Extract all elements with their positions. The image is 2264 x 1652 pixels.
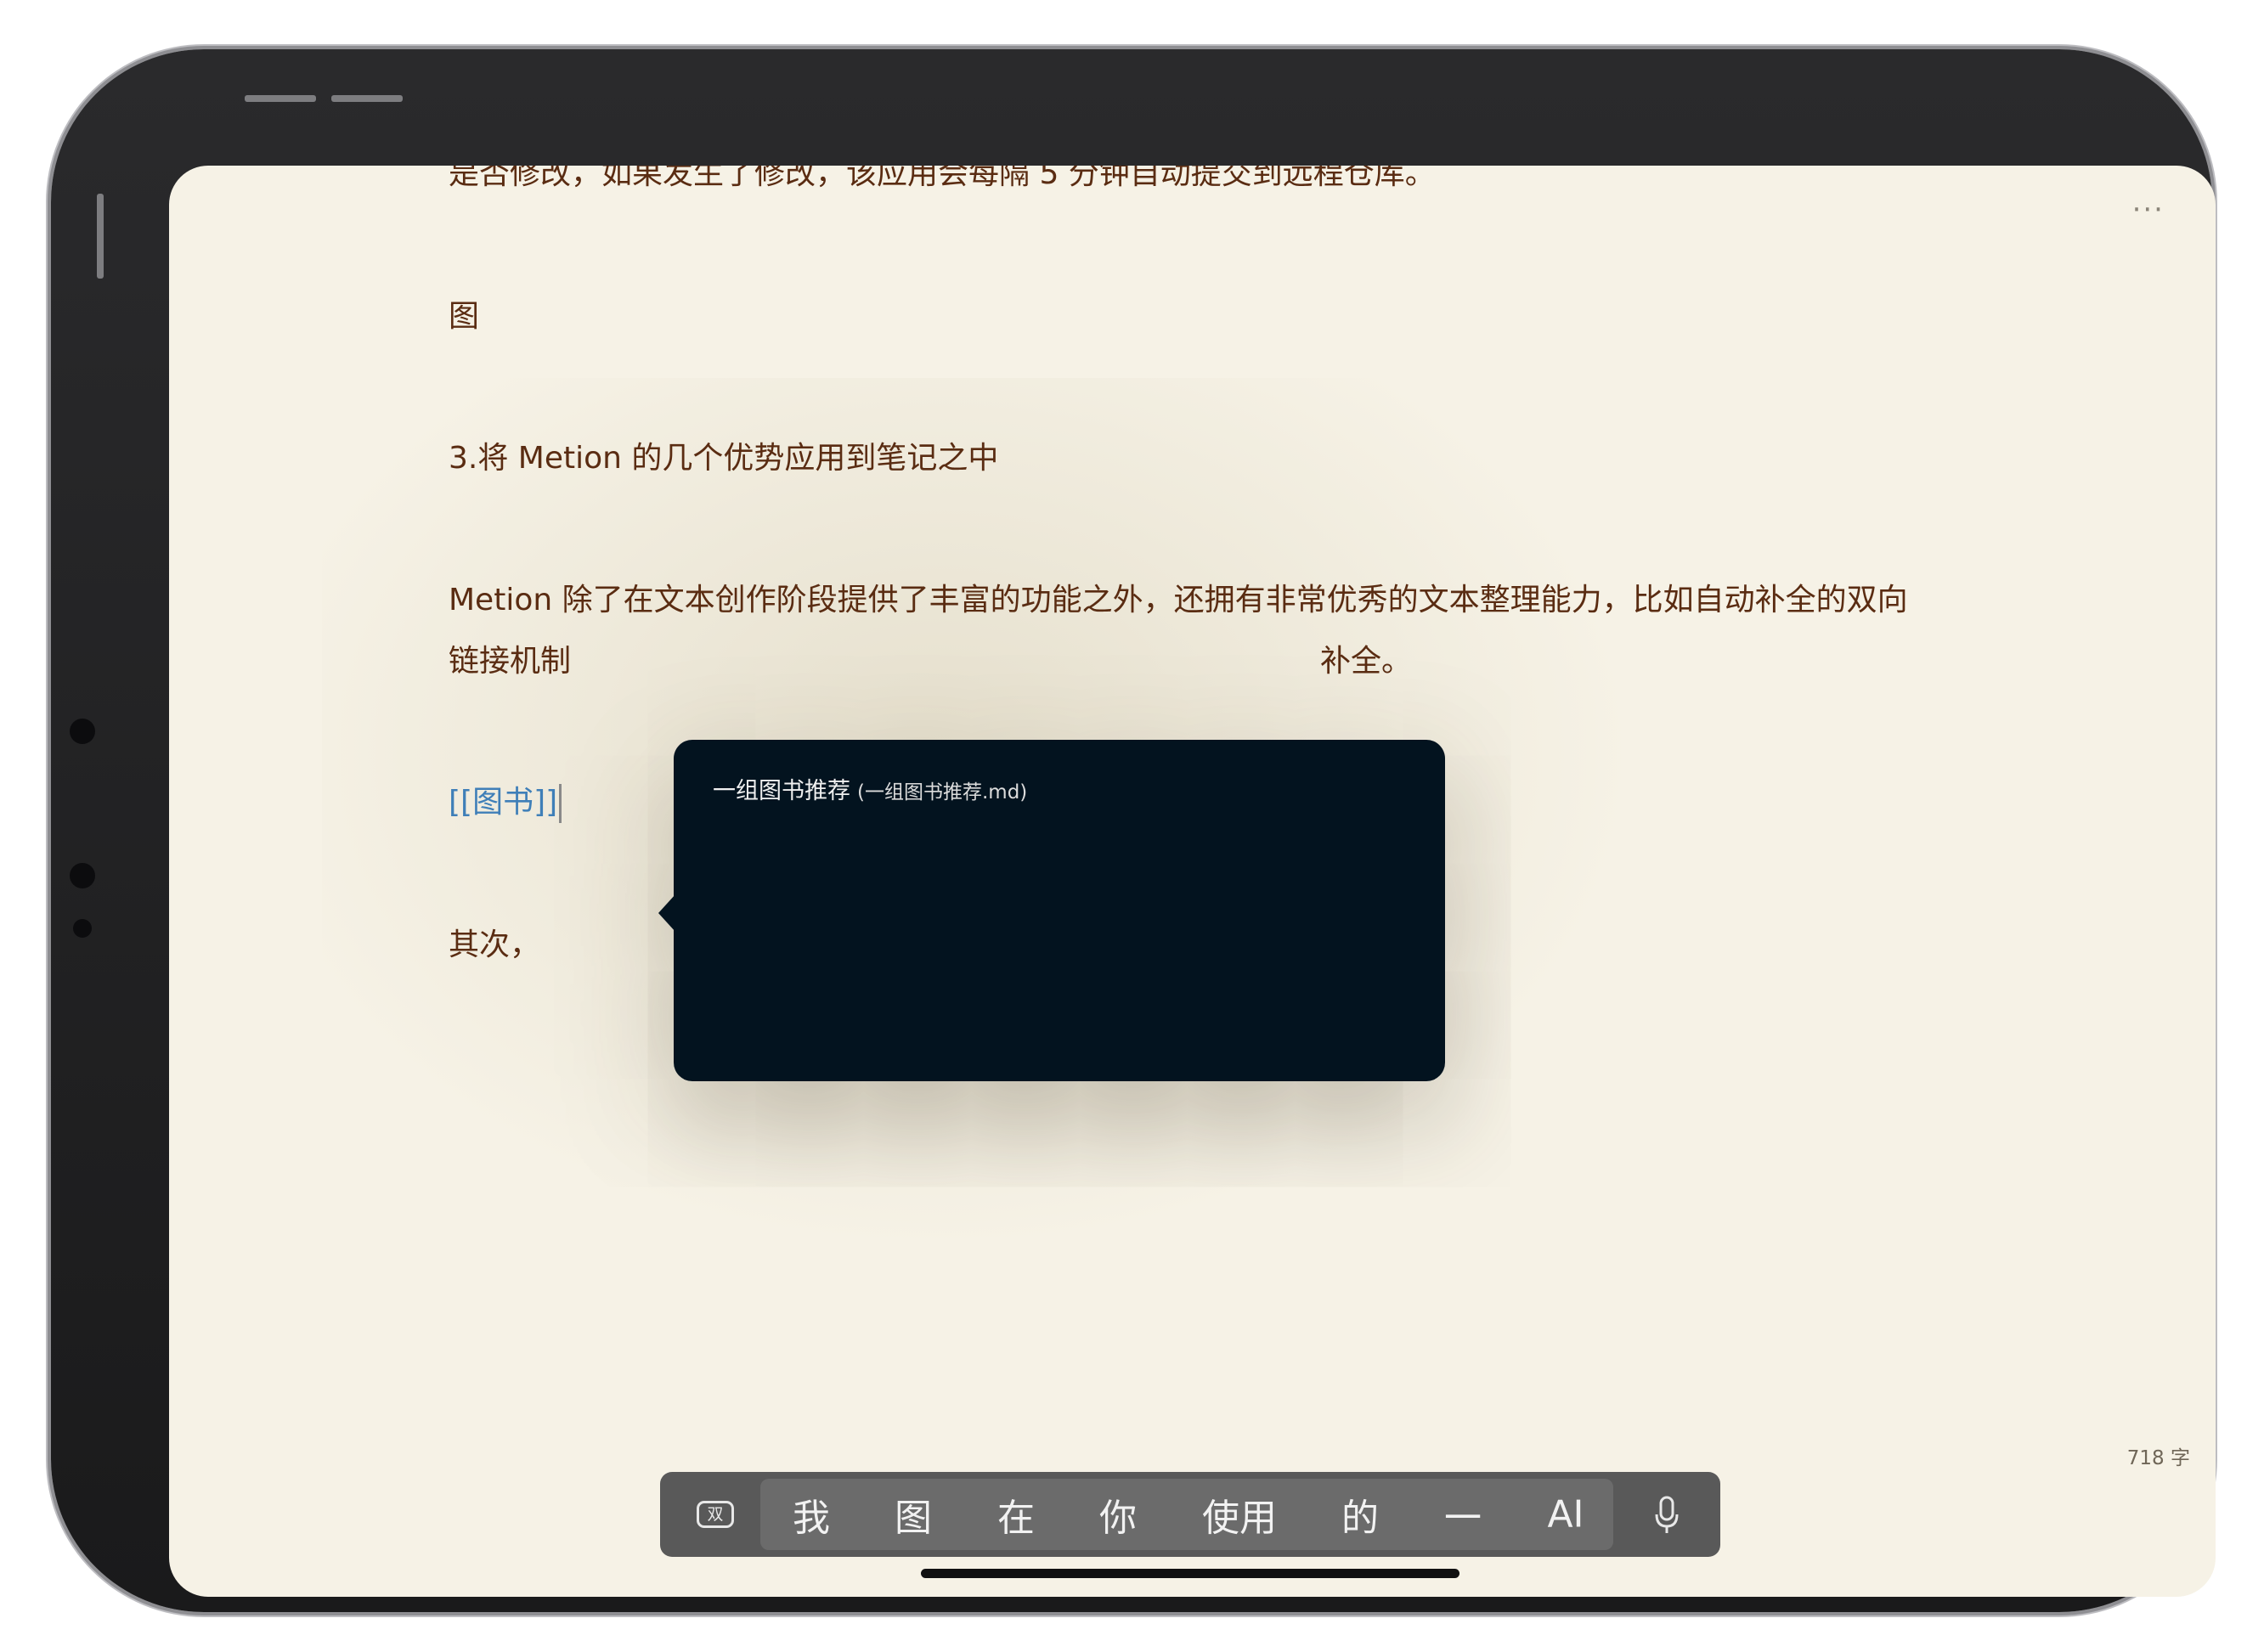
wiki-link-text: [[图书]] — [449, 785, 558, 820]
volume-down-button — [331, 95, 403, 102]
sensor-icon — [70, 863, 95, 888]
suggestion-title: 一组图书推荐 — [713, 778, 850, 804]
word-count: 718 字 — [2126, 1447, 2190, 1469]
doc-heading: 3.将 Metion 的几个优势应用到笔记之中 — [449, 441, 999, 476]
top-button — [97, 194, 104, 279]
text-caret — [559, 784, 562, 823]
home-indicator[interactable] — [921, 1569, 1459, 1578]
doc-line: 其次， — [449, 927, 541, 962]
doc-line: 链接机制 — [449, 644, 572, 679]
candidate-item[interactable]: 的 — [1341, 1487, 1379, 1542]
candidate-item[interactable]: 在 — [997, 1487, 1035, 1542]
keyboard-toggle-icon[interactable]: 双 — [697, 1501, 734, 1528]
autocomplete-popup: 一组图书推荐 (一组图书推荐.md) — [658, 740, 1445, 1081]
sensor-icon — [73, 919, 92, 938]
volume-up-button — [245, 95, 316, 102]
suggestion-file: (一组图书推荐.md) — [857, 781, 1028, 803]
wiki-link-input[interactable]: [[图书]] — [449, 777, 562, 823]
candidate-item[interactable]: 你 — [1099, 1487, 1137, 1542]
candidate-item[interactable]: 一 — [1444, 1487, 1482, 1542]
autocomplete-suggestion[interactable]: 一组图书推荐 (一组图书推荐.md) — [713, 772, 1027, 805]
microphone-icon[interactable] — [1654, 1496, 1680, 1535]
candidate-item[interactable]: AI — [1547, 1493, 1584, 1536]
app-screen: 是否修改，如果发生了修改，该应用会每隔 5 分钟自动提交到远程仓库。 图 3.将… — [169, 166, 2216, 1597]
more-icon[interactable]: ··· — [2132, 193, 2165, 227]
candidate-item[interactable]: 图 — [895, 1487, 932, 1542]
candidate-item[interactable]: 使用 — [1202, 1487, 1277, 1542]
candidate-list — [760, 1479, 1613, 1550]
ime-candidate-bar: 双 我 图 在 你 使用 的 一 AI — [660, 1472, 1720, 1557]
doc-line: 图 — [449, 299, 480, 334]
camera-icon — [70, 719, 95, 744]
candidate-item[interactable]: 我 — [793, 1487, 830, 1542]
doc-line: 是否修改，如果发生了修改，该应用会每隔 5 分钟自动提交到远程仓库。 — [449, 166, 1436, 191]
doc-line: Metion 除了在文本创作阶段提供了丰富的功能之外，还拥有非常优秀的文本整理能… — [449, 583, 1908, 617]
ipad-frame: 是否修改，如果发生了修改，该应用会每隔 5 分钟自动提交到远程仓库。 图 3.将… — [51, 49, 2216, 1612]
doc-line: 补全。 — [1320, 644, 1413, 679]
popup-arrow — [658, 894, 675, 932]
